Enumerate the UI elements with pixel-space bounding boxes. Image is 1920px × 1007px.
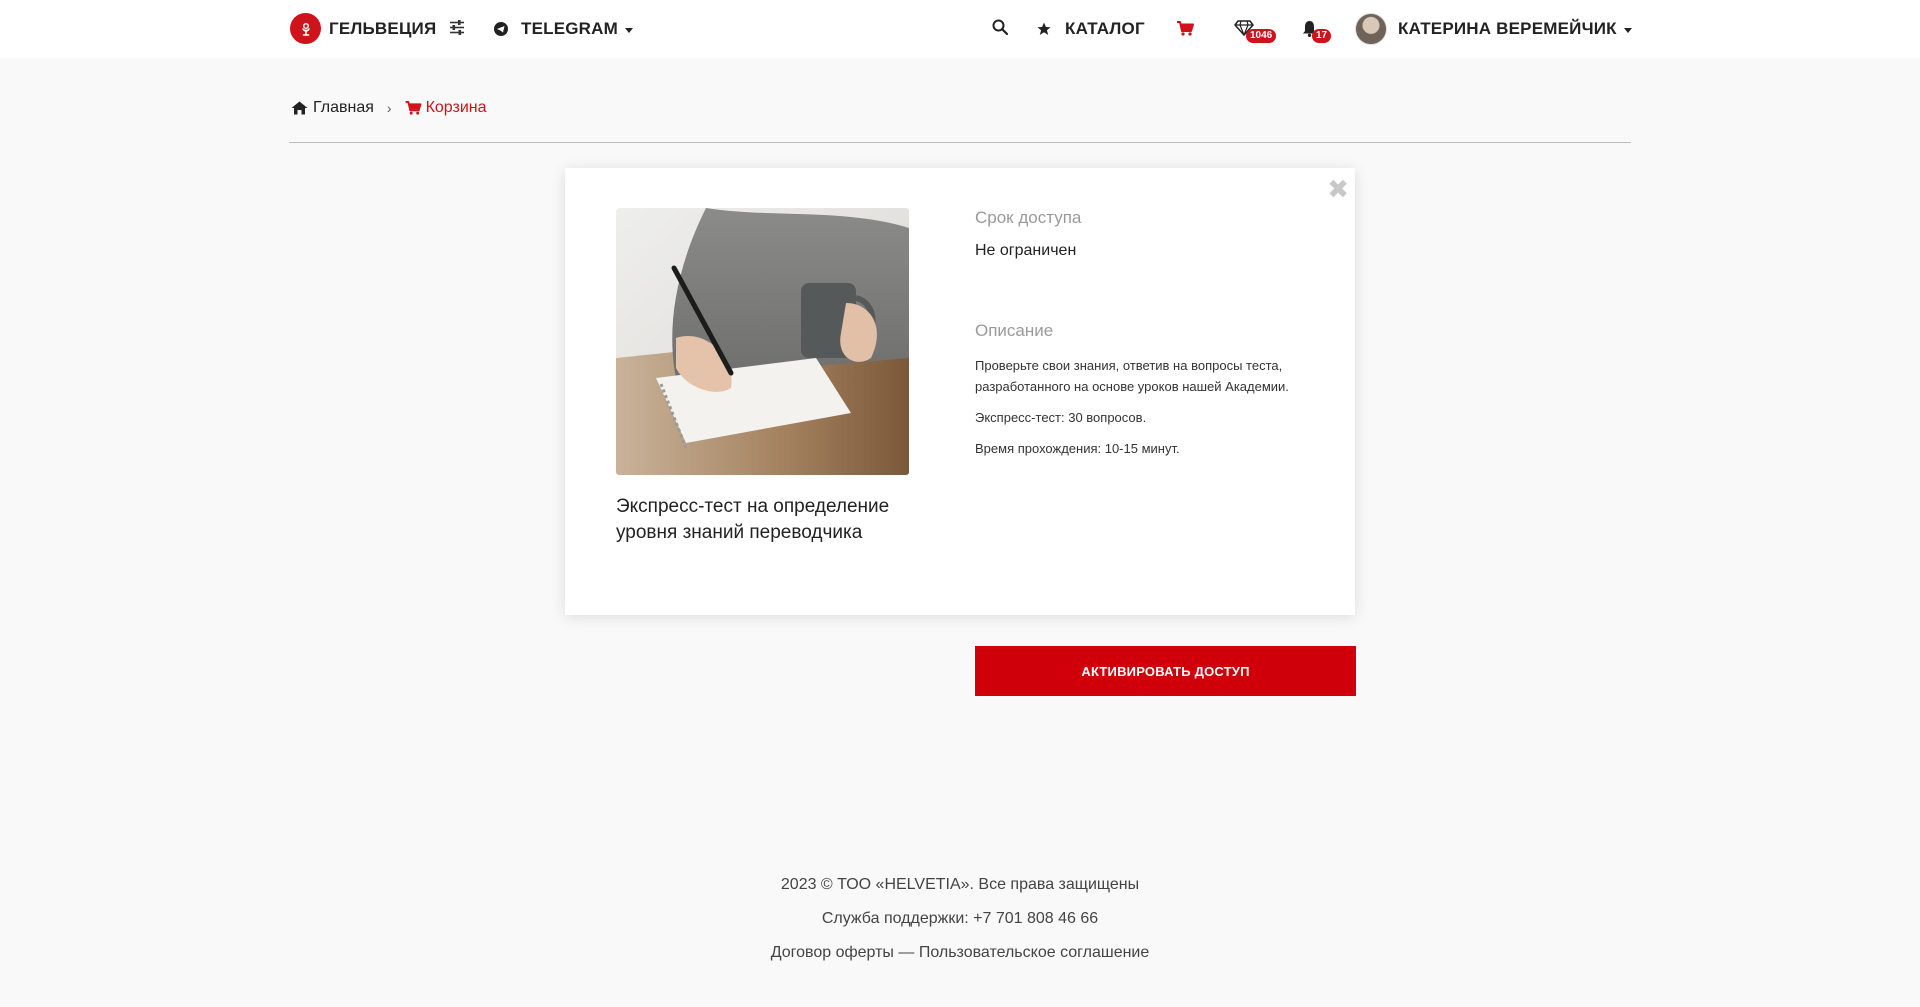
description: Проверьте свои знания, ответив на вопрос… [975,355,1335,459]
product-image [616,208,909,475]
cart-icon [1177,21,1194,36]
top-navbar: ГЕЛЬВЕЦИЯ TELEGRAM КАТАЛОГ 1046 17 КАТЕР… [0,0,1920,58]
description-label: Описание [975,321,1054,340]
activate-access-button[interactable]: АКТИВИРОВАТЬ ДОСТУП [975,646,1356,696]
footer-links: Договор оферты — Пользовательское соглаш… [0,943,1920,977]
logo-icon [290,13,321,44]
copyright-text: 2023 © ТОО «HELVETIA». Все права защищен… [780,876,1140,893]
description-paragraph: Время прохождения: 10-15 минут. [975,441,1180,456]
offer-link[interactable]: Договор оферты [771,944,894,961]
brand-link[interactable]: ГЕЛЬВЕЦИЯ [290,13,436,44]
telegram-dropdown[interactable]: TELEGRAM [494,19,633,39]
search-icon [992,19,1008,35]
chevron-down-icon [1623,27,1632,33]
breadcrumb-home-label: Главная [313,99,374,116]
breadcrumb-cart[interactable]: Корзина [405,99,487,117]
gems-button[interactable]: 1046 [1234,20,1277,43]
description-paragraph: Экспресс-тест: 30 вопросов. [975,410,1147,425]
home-icon [291,101,308,115]
star-icon [1037,22,1051,35]
support-phone: Служба поддержки: +7 701 808 46 66 [821,910,1099,927]
access-value: Не ограничен [975,242,1077,259]
breadcrumb-home[interactable]: Главная [291,99,374,117]
brand-name: ГЕЛЬВЕЦИЯ [329,18,437,38]
breadcrumb: Главная › Корзина [291,99,487,117]
close-icon[interactable]: ✖ [1327,176,1349,202]
product-info: Срок доступа Не ограничен Описание Прове… [975,208,1335,469]
telegram-icon [494,22,508,36]
chevron-down-icon [624,27,633,33]
avatar [1355,13,1387,45]
notifications-button[interactable]: 17 [1302,20,1332,43]
product-title: Экспресс-тест на определение уровня знан… [616,496,890,543]
cart-button[interactable] [1177,21,1194,36]
filter-button[interactable] [449,20,465,35]
user-agreement-link[interactable]: Пользовательское соглашение [919,944,1149,961]
chevron-right-icon: › [386,100,392,116]
cart-icon [405,101,422,115]
telegram-label: TELEGRAM [521,19,618,38]
link-separator: — [893,944,919,961]
user-name: КАТЕРИНА ВЕРЕМЕЙЧИК [1398,19,1617,38]
access-label: Срок доступа [975,208,1082,227]
footer: 2023 © ТОО «HELVETIA». Все права защищен… [0,875,1920,977]
breadcrumb-cart-label: Корзина [425,99,487,116]
divider [289,142,1631,143]
cart-item-card: ✖ Экспресс-тест на определение уровня зн… [565,168,1355,615]
gems-count-badge: 1046 [1246,29,1277,43]
search-button[interactable] [992,19,1008,35]
description-paragraph: Проверьте свои знания, ответив на вопрос… [975,358,1289,394]
filter-sliders-icon [450,20,464,35]
catalog-label: КАТАЛОГ [1065,19,1145,38]
catalog-link[interactable]: КАТАЛОГ [1037,19,1145,39]
notifications-count-badge: 17 [1312,29,1332,43]
user-menu[interactable]: КАТЕРИНА ВЕРЕМЕЙЧИК [1355,13,1632,45]
